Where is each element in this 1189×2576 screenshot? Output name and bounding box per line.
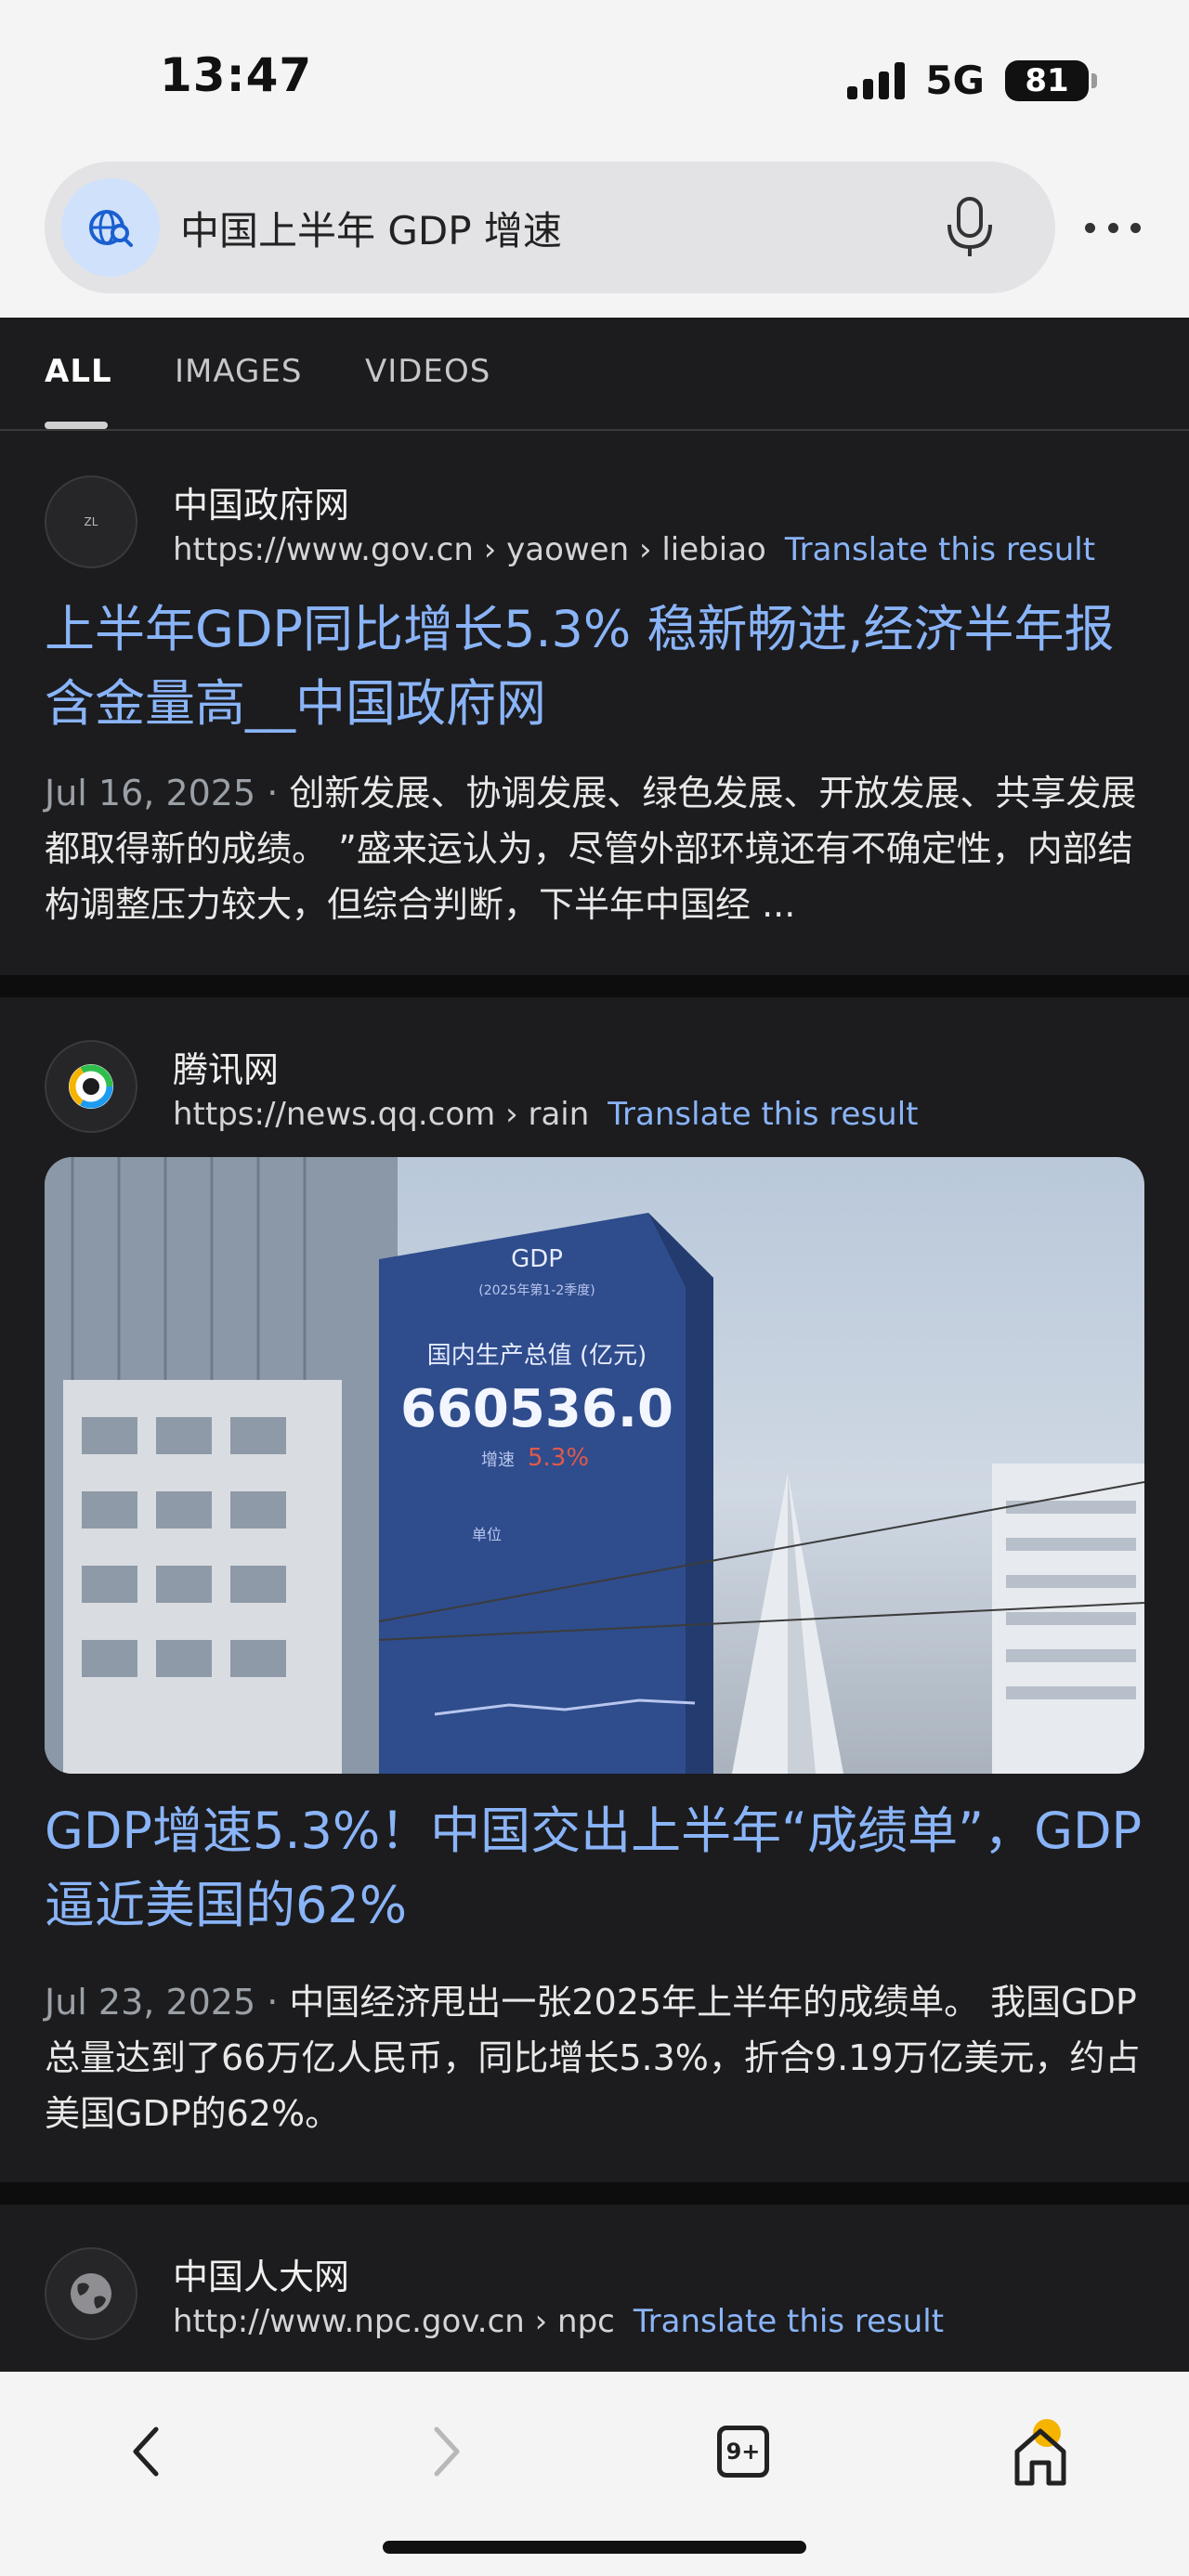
result-title-link[interactable]: GDP增速5.3%！中国交出上半年“成绩单”，GDP逼近美国的62% [45, 1794, 1144, 1943]
tab-all[interactable]: ALL [45, 353, 112, 390]
site-url: http://www.npc.gov.cn › npc Translate thi… [173, 2302, 945, 2340]
translate-link[interactable]: Translate this result [634, 2303, 944, 2340]
tabs-count-icon: 9+ [717, 2426, 769, 2478]
board-subtitle: (2025年第1-2季度) [478, 1282, 594, 1298]
bottom-toolbar: 9+ [0, 2372, 1189, 2576]
chevron-left-icon [133, 2426, 159, 2477]
board-rate-label: 增速 [481, 1451, 515, 1470]
network-label: 5G [925, 58, 985, 103]
active-tab-indicator [45, 422, 108, 429]
back-button[interactable] [100, 2405, 193, 2498]
board-title: GDP [511, 1245, 563, 1273]
result-card-3: 中国人大网 http://www.npc.gov.cn › npc Transla… [0, 2205, 1189, 2372]
chevron-right-icon [434, 2426, 460, 2477]
search-input[interactable]: 中国上半年 GDP 增速 [180, 200, 933, 256]
translate-link[interactable]: Translate this result [608, 1096, 918, 1133]
result-title-link[interactable]: 上半年GDP同比增长5.3% 稳新畅进,经济半年报含金量高__中国政府网 [45, 592, 1144, 741]
result-source[interactable]: 中国人大网 http://www.npc.gov.cn › npc Transla… [45, 2247, 944, 2340]
site-url: https://www.gov.cn › yaowen › liebiao Tra… [173, 530, 1096, 568]
home-indicator [383, 2541, 806, 2554]
status-time: 13:47 [160, 48, 313, 102]
tabs-button[interactable]: 9+ [697, 2405, 790, 2498]
forward-button[interactable] [399, 2405, 492, 2498]
divider [0, 2182, 1189, 2205]
search-tabs: ALL IMAGES VIDEOS [0, 318, 1189, 431]
board-value: 660536.0 [400, 1379, 673, 1439]
result-snippet: Jul 23, 2025 · 中国经济甩出一张2025年上半年的成绩单。 我国G… [45, 1982, 1141, 2134]
result-source[interactable]: 腾讯网 https://news.qq.com › rain Translate … [45, 1040, 919, 1133]
home-button[interactable] [994, 2405, 1087, 2498]
battery-icon: 81 [1005, 59, 1097, 101]
result-source[interactable]: ZL 中国政府网 https://www.gov.cn › yaowen › l… [45, 475, 1095, 568]
board-label: 国内生产总值 (亿元) [427, 1342, 647, 1370]
top-header: 13:47 5G 81 中国上半年 GDP 增速 [0, 0, 1189, 318]
globe-icon [45, 2247, 137, 2340]
result-card-1: ZL 中国政府网 https://www.gov.cn › yaowen › l… [0, 433, 1189, 975]
result-snippet: Jul 16, 2025 · 创新发展、协调发展、绿色发展、开放发展、共享发展都… [45, 773, 1137, 925]
result-thumbnail-image[interactable]: GDP (2025年第1-2季度) 国内生产总值 (亿元) 660536.0 增… [45, 1157, 1144, 1774]
search-bar[interactable]: 中国上半年 GDP 增速 [45, 162, 1055, 293]
board-rate: 5.3% [528, 1444, 589, 1472]
site-url: https://news.qq.com › rain Translate this… [173, 1095, 919, 1133]
tencent-favicon-icon [45, 1040, 137, 1133]
tab-images[interactable]: IMAGES [175, 353, 302, 390]
result-date: Jul 23, 2025 · [45, 1982, 290, 2023]
gov-favicon-icon: ZL [45, 475, 137, 568]
more-menu-icon[interactable] [1085, 209, 1141, 246]
status-indicators: 5G 81 [847, 58, 1097, 103]
divider [0, 975, 1189, 997]
site-name: 腾讯网 [173, 1048, 280, 1090]
home-icon [1014, 2419, 1066, 2486]
microphone-icon[interactable] [933, 190, 1007, 265]
tab-videos[interactable]: VIDEOS [365, 353, 490, 390]
lens-icon[interactable] [61, 178, 160, 277]
signal-icon [847, 61, 906, 99]
board-other: 单位 [472, 1526, 502, 1543]
translate-link[interactable]: Translate this result [785, 531, 1095, 568]
site-name: 中国政府网 [173, 484, 350, 526]
result-date: Jul 16, 2025 · [45, 773, 290, 813]
site-name: 中国人大网 [173, 2256, 350, 2297]
